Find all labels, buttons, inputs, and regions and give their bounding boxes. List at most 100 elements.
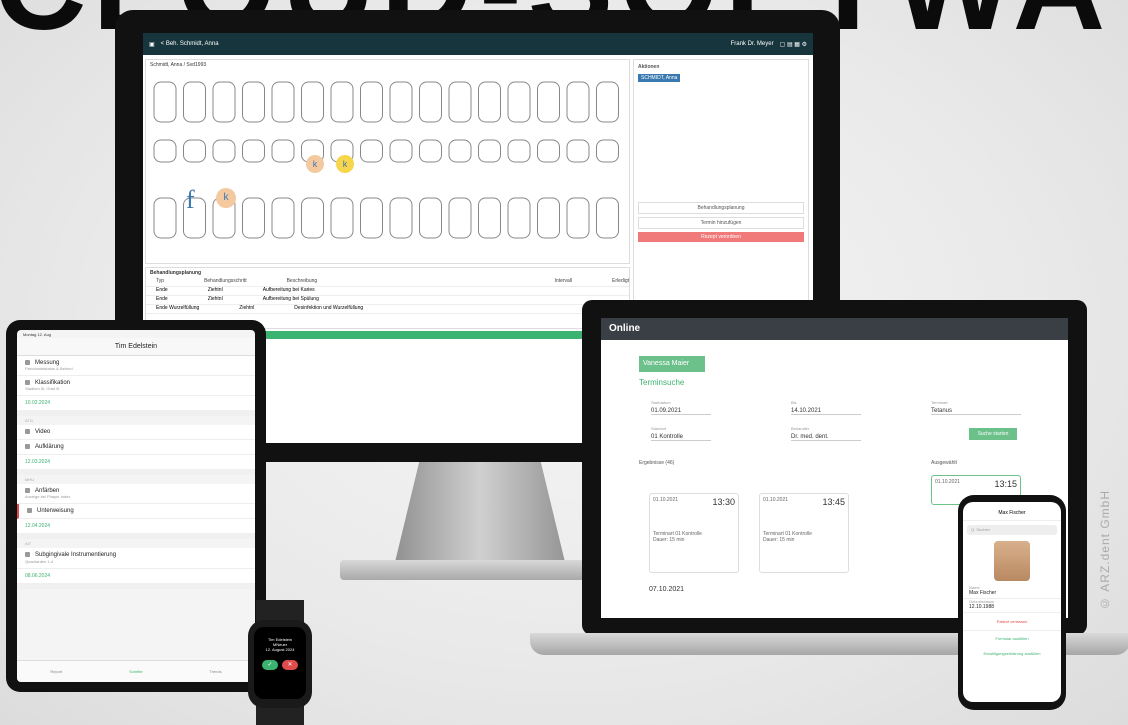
- tooth-shape[interactable]: [478, 139, 501, 163]
- tooth-row-upper[interactable]: [153, 81, 619, 239]
- tablet-screen: Montag 12. Aug Tim Edelstein Messung Paro…: [17, 330, 255, 682]
- tooth-shape[interactable]: [389, 81, 413, 123]
- avatar: [994, 541, 1030, 581]
- action-button[interactable]: Termin hinzufügen: [638, 217, 804, 229]
- phone-header: Max Fischer: [963, 502, 1061, 521]
- results-label: Ergebnisse (46): [639, 460, 675, 466]
- list-item[interactable]: Unterweisung: [17, 504, 255, 520]
- decline-button[interactable]: ✕: [282, 660, 298, 670]
- table-row[interactable]: Ende Ziehtnl Aufbereitung bei Spülung: [146, 296, 629, 305]
- tooth-shape[interactable]: [596, 197, 619, 239]
- group-label: ATG: [25, 418, 33, 424]
- tooth-shape[interactable]: [448, 139, 472, 163]
- tooth-shape[interactable]: [478, 197, 501, 239]
- tooth-shape[interactable]: [596, 81, 619, 123]
- tooth-shape[interactable]: [419, 139, 442, 163]
- list-item[interactable]: Aufklärung: [17, 440, 255, 456]
- tab-trends[interactable]: Trends: [209, 669, 221, 674]
- status-bar: Montag 12. Aug: [23, 332, 52, 337]
- end-date-field[interactable]: Bis 14.10.2021: [791, 400, 861, 415]
- tooth-shape[interactable]: [478, 81, 501, 123]
- tooth-shape[interactable]: [448, 197, 472, 239]
- lock-icon: [25, 444, 30, 450]
- search-input[interactable]: Q. Suchen: [967, 525, 1057, 535]
- tooth-shape[interactable]: [537, 197, 560, 239]
- tooth-shape[interactable]: [448, 81, 472, 123]
- user-menu[interactable]: Frank Dr. Meyer: [731, 41, 774, 47]
- tooth-shape[interactable]: [507, 81, 531, 123]
- list-item[interactable]: Subgingivale Instrumentierung Quadranten …: [17, 548, 255, 569]
- tooth-shape[interactable]: [537, 139, 560, 163]
- tooth-shape[interactable]: [507, 197, 531, 239]
- tab-steps[interactable]: Schritte: [129, 669, 143, 674]
- start-date-field[interactable]: Startdatum 01.09.2021: [651, 400, 711, 415]
- table-header-row: Typ Behandlungsschritt Beschreibung Inte…: [146, 278, 629, 287]
- app-logo-icon[interactable]: ▣: [149, 41, 155, 48]
- table-row[interactable]: Ende Ziehtnl Aufbereitung bei Karies: [146, 287, 629, 296]
- tooth-shape[interactable]: [271, 139, 295, 163]
- side-panel-title: Aktionen: [638, 64, 660, 70]
- tooth-shape[interactable]: [271, 81, 295, 123]
- window-title[interactable]: < Beh. Schmidt, Anna: [161, 41, 219, 47]
- list-item[interactable]: Messung Parodontalstatus & Befund: [17, 356, 255, 377]
- patient-name-badge[interactable]: SCHMIDT, Anna: [638, 74, 681, 82]
- tooth-marker-k: k: [336, 155, 354, 173]
- treatment-plan-title: Behandlungsplanung: [150, 270, 202, 276]
- tooth-shape[interactable]: [330, 81, 354, 123]
- location-select[interactable]: Standort 01 Kontrolle: [651, 426, 711, 441]
- consent-form-link[interactable]: Einwilligungserklärung ausfüllen: [963, 646, 1061, 661]
- tooth-shape[interactable]: [183, 139, 206, 163]
- fill-form-link[interactable]: Formular ausfüllen: [963, 631, 1061, 646]
- leave-patient-link[interactable]: Patient verlassen: [963, 613, 1061, 631]
- tooth-shape[interactable]: [153, 197, 177, 239]
- tooth-shape[interactable]: [566, 197, 590, 239]
- tooth-shape[interactable]: [537, 81, 560, 123]
- tooth-shape[interactable]: [360, 197, 383, 239]
- tooth-shape[interactable]: [153, 139, 177, 163]
- action-button[interactable]: Behandlungsplanung: [638, 202, 804, 214]
- lock-icon: [27, 508, 32, 514]
- slot-card[interactable]: 01.10.2021 13:45 Terminart 01 Kontrolle D…: [759, 493, 849, 573]
- tooth-shape[interactable]: [301, 81, 324, 123]
- list-item[interactable]: Video: [17, 425, 255, 441]
- tab-report[interactable]: Report: [50, 669, 62, 674]
- tooth-shape[interactable]: [507, 139, 531, 163]
- tooth-shape[interactable]: [389, 197, 413, 239]
- tooth-shape[interactable]: [301, 197, 324, 239]
- tooth-shape[interactable]: [389, 139, 413, 163]
- table-row[interactable]: Ende Wurzelfüllung Ziehtnl Desinfektion un…: [146, 305, 629, 314]
- tooth-shape[interactable]: [419, 197, 442, 239]
- patient-chip[interactable]: Vanessa Maier: [639, 356, 705, 372]
- tooth-shape[interactable]: [360, 139, 383, 163]
- tooth-shape[interactable]: [212, 139, 236, 163]
- lock-icon: [25, 552, 30, 558]
- tooth-shape[interactable]: [271, 197, 295, 239]
- slot-card[interactable]: 01.10.2021 13:30 Terminart 01 Kontrolle D…: [649, 493, 739, 573]
- tooth-shape[interactable]: [242, 81, 265, 123]
- tooth-shape[interactable]: [419, 81, 442, 123]
- group-label: AIT: [25, 541, 32, 547]
- appointment-type-select[interactable]: Terminart Tetanus: [931, 400, 1021, 415]
- tooth-shape[interactable]: [242, 139, 265, 163]
- tooth-shape[interactable]: [360, 81, 383, 123]
- confirm-button[interactable]: ✓: [262, 660, 278, 670]
- tooth-shape[interactable]: [153, 81, 177, 123]
- tooth-shape[interactable]: [566, 139, 590, 163]
- tooth-shape[interactable]: [596, 139, 619, 163]
- list-item[interactable]: Anfärben Anzeige bei Plaque Index: [17, 484, 255, 505]
- brand-logo[interactable]: Online: [609, 323, 640, 334]
- tooth-chart[interactable]: [146, 70, 629, 260]
- list-item[interactable]: Klassifikation Stadium III, Grad B: [17, 376, 255, 397]
- tooth-shape[interactable]: [330, 197, 354, 239]
- tooth-shape[interactable]: [566, 81, 590, 123]
- doctor-select[interactable]: Behandler Dr. med. dent.: [791, 426, 861, 441]
- app-topbar: ▣ < Beh. Schmidt, Anna Frank Dr. Meyer ▢…: [143, 33, 813, 55]
- tooth-shape[interactable]: [183, 81, 206, 123]
- lock-icon: [25, 360, 30, 365]
- selected-label: Ausgewählt: [931, 460, 957, 466]
- search-button[interactable]: Suche starten: [969, 428, 1017, 440]
- tooth-shape[interactable]: [212, 81, 236, 123]
- toolbar-icons[interactable]: ▢ ▤ ▦ ⚙: [780, 41, 807, 48]
- action-button[interactable]: Rezept verordnen: [638, 232, 804, 242]
- tooth-shape[interactable]: [242, 197, 265, 239]
